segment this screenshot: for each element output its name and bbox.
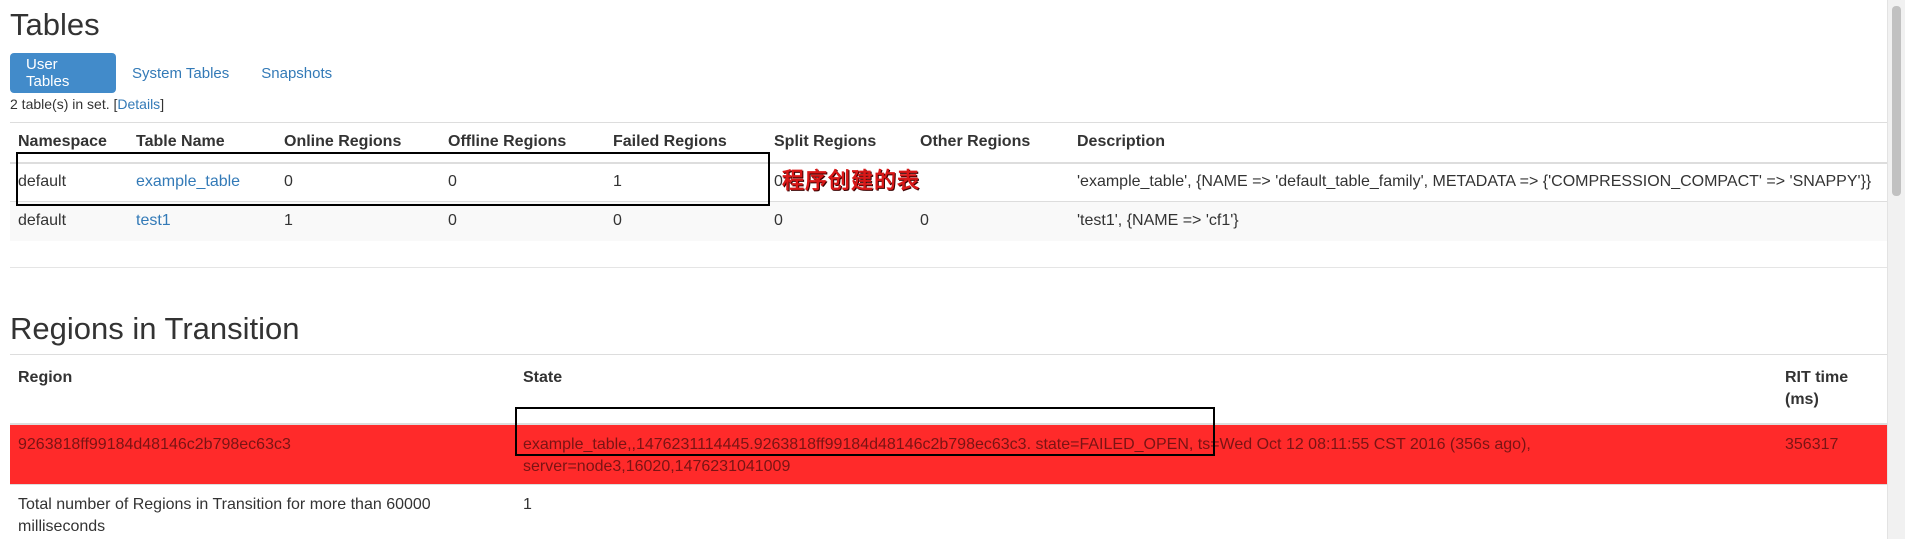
col-failed-regions: Failed Regions bbox=[605, 123, 766, 163]
col-namespace: Namespace bbox=[10, 123, 128, 163]
table-count-text: 2 table(s) in set. [ bbox=[10, 96, 117, 112]
cell-description: 'example_table', {NAME => 'default_table… bbox=[1069, 163, 1888, 202]
rit-row-failed: 9263818ff99184d48146c2b798ec63c3 example… bbox=[10, 424, 1888, 485]
rit-heading: Regions in Transition bbox=[10, 313, 300, 344]
table-count-suffix: ] bbox=[160, 96, 164, 112]
table-row: default test1 1 0 0 0 0 'test1', {NAME =… bbox=[10, 202, 1888, 241]
scrollbar-thumb[interactable] bbox=[1892, 6, 1901, 196]
tab-system-tables[interactable]: System Tables bbox=[116, 53, 245, 93]
table-link-example-table[interactable]: example_table bbox=[136, 173, 240, 190]
table-count-line: 2 table(s) in set. [Details] bbox=[10, 96, 164, 112]
cell-namespace: default bbox=[10, 163, 128, 202]
tab-snapshots[interactable]: Snapshots bbox=[245, 53, 348, 93]
cell-split-regions: 0 bbox=[766, 202, 912, 241]
cell-region: Total number of Regions in Transition fo… bbox=[10, 485, 515, 544]
cell-failed-regions: 1 bbox=[605, 163, 766, 202]
cell-description: 'test1', {NAME => 'cf1'} bbox=[1069, 202, 1888, 241]
rit-header-row: Region State RIT time (ms) bbox=[10, 355, 1888, 425]
cell-online-regions: 1 bbox=[276, 202, 440, 241]
annotation-label: 程序创建的表 bbox=[782, 168, 920, 196]
table-row: default example_table 0 0 1 0 'example_t… bbox=[10, 163, 1888, 202]
col-offline-regions: Offline Regions bbox=[440, 123, 605, 163]
tab-user-tables[interactable]: User Tables bbox=[10, 53, 116, 93]
cell-offline-regions: 0 bbox=[440, 163, 605, 202]
regions-in-transition-table: Region State RIT time (ms) 9263818ff9918… bbox=[10, 354, 1888, 544]
cell-rit-time bbox=[1777, 485, 1888, 544]
cell-state: example_table,,1476231114445.9263818ff99… bbox=[515, 424, 1777, 485]
col-split-regions: Split Regions bbox=[766, 123, 912, 163]
user-tables-table: Namespace Table Name Online Regions Offl… bbox=[10, 122, 1888, 241]
col-state: State bbox=[515, 355, 1777, 425]
cell-table-name: test1 bbox=[128, 202, 276, 241]
cell-namespace: default bbox=[10, 202, 128, 241]
rit-row-total: Total number of Regions in Transition fo… bbox=[10, 485, 1888, 544]
vertical-scrollbar[interactable] bbox=[1887, 0, 1905, 539]
cell-region: 9263818ff99184d48146c2b798ec63c3 bbox=[10, 424, 515, 485]
col-table-name: Table Name bbox=[128, 123, 276, 163]
cell-rit-time: 356317 bbox=[1777, 424, 1888, 485]
table-header-row: Namespace Table Name Online Regions Offl… bbox=[10, 123, 1888, 163]
cell-online-regions: 0 bbox=[276, 163, 440, 202]
col-online-regions: Online Regions bbox=[276, 123, 440, 163]
cell-offline-regions: 0 bbox=[440, 202, 605, 241]
tables-heading: Tables bbox=[10, 9, 100, 40]
details-link[interactable]: Details bbox=[117, 96, 160, 112]
cell-table-name: example_table bbox=[128, 163, 276, 202]
cell-failed-regions: 0 bbox=[605, 202, 766, 241]
cell-other-regions bbox=[912, 163, 1069, 202]
section-divider bbox=[10, 267, 1888, 268]
col-description: Description bbox=[1069, 123, 1888, 163]
table-tabs: User Tables System Tables Snapshots bbox=[10, 53, 348, 93]
table-link-test1[interactable]: test1 bbox=[136, 212, 171, 229]
col-rit-time: RIT time (ms) bbox=[1777, 355, 1888, 425]
col-region: Region bbox=[10, 355, 515, 425]
col-other-regions: Other Regions bbox=[912, 123, 1069, 163]
cell-other-regions: 0 bbox=[912, 202, 1069, 241]
cell-state: 1 bbox=[515, 485, 1777, 544]
